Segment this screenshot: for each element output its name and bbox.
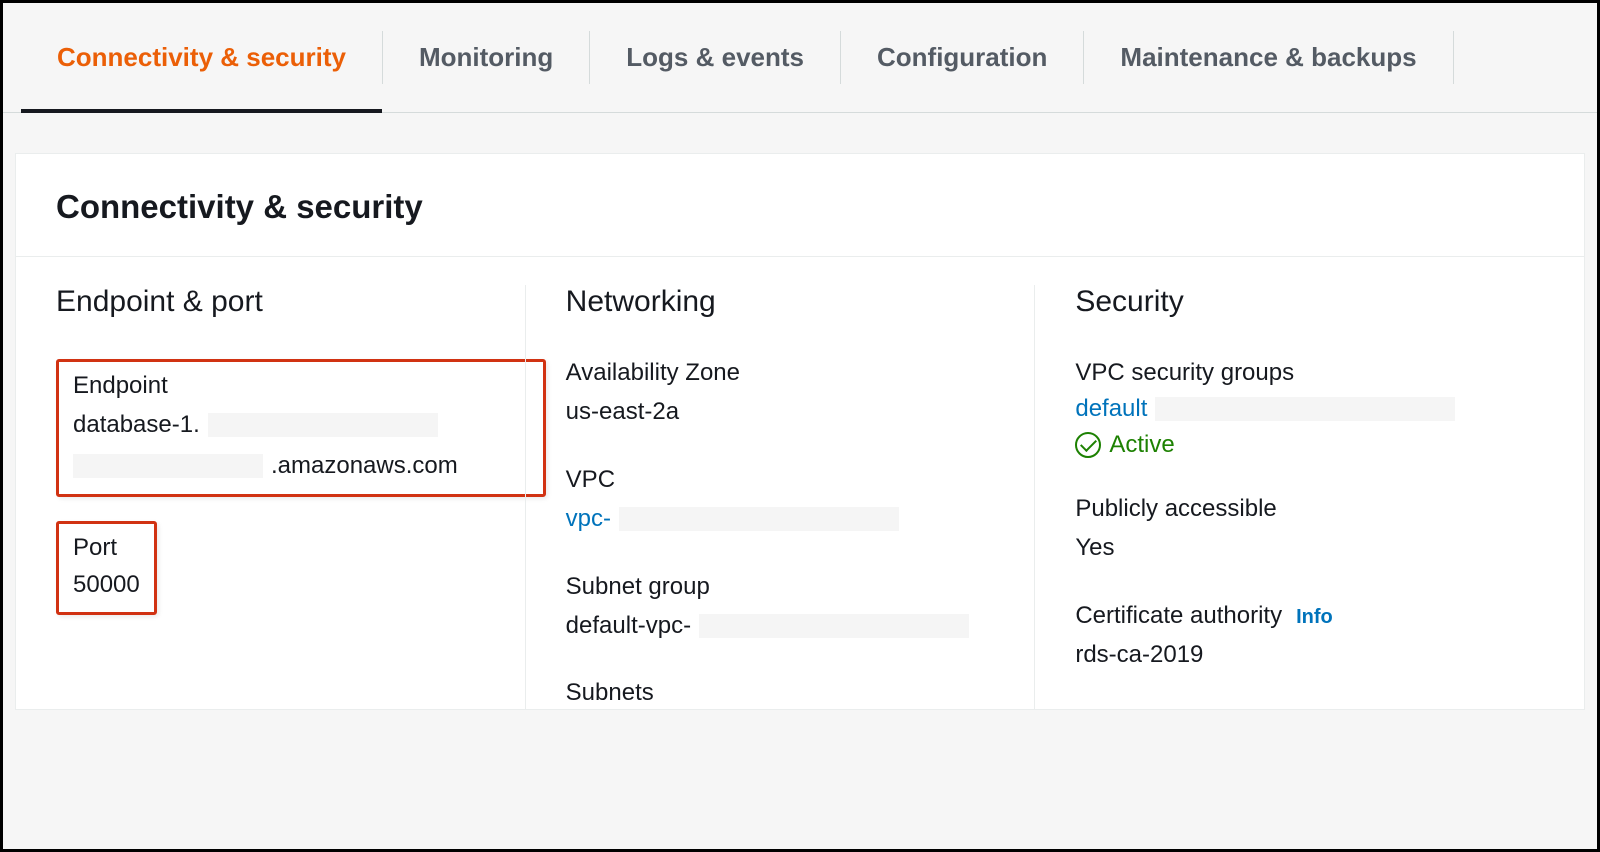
vpc-security-group-status: Active — [1075, 431, 1524, 459]
vpc-security-group-link[interactable]: default — [1075, 395, 1147, 423]
subnets-label: Subnets — [566, 679, 1015, 707]
publicly-accessible-value: Yes — [1075, 531, 1524, 566]
availability-zone-label: Availability Zone — [566, 359, 1015, 387]
publicly-accessible-label: Publicly accessible — [1075, 495, 1524, 523]
connectivity-panel: Connectivity & security Endpoint & port … — [15, 153, 1585, 710]
endpoint-value-prefix: database-1. — [73, 408, 200, 443]
panel-title: Connectivity & security — [56, 188, 1544, 226]
column-security: Security VPC security groups default Act… — [1034, 285, 1544, 709]
check-circle-icon — [1075, 432, 1101, 458]
vpc-security-groups-label: VPC security groups — [1075, 359, 1524, 387]
tab-maintenance-backups[interactable]: Maintenance & backups — [1084, 3, 1452, 112]
endpoint-value: database-1. .amazonaws.com — [73, 408, 529, 484]
status-text: Active — [1109, 431, 1174, 459]
column-networking: Networking Availability Zone us-east-2a … — [525, 285, 1035, 709]
vpc-link[interactable]: vpc- — [566, 502, 611, 537]
certificate-authority-value: rds-ca-2019 — [1075, 638, 1524, 673]
tab-label: Logs & events — [626, 42, 804, 73]
port-value: 50000 — [73, 568, 140, 603]
port-label: Port — [73, 534, 140, 562]
tab-separator — [1453, 31, 1454, 84]
tab-logs-events[interactable]: Logs & events — [590, 3, 840, 112]
certificate-authority-label: Certificate authority — [1075, 602, 1282, 630]
column-heading: Networking — [566, 285, 1015, 319]
vpc-value: vpc- — [566, 502, 1015, 537]
tab-configuration[interactable]: Configuration — [841, 3, 1083, 112]
certificate-authority-label-row: Certificate authority Info — [1075, 602, 1524, 638]
column-heading: Endpoint & port — [56, 285, 505, 319]
redacted-segment — [208, 413, 438, 437]
vpc-label: VPC — [566, 466, 1015, 494]
tab-bar: Connectivity & security Monitoring Logs … — [3, 3, 1597, 113]
redacted-segment — [1155, 397, 1455, 421]
info-link[interactable]: Info — [1296, 606, 1333, 629]
subnet-group-label: Subnet group — [566, 573, 1015, 601]
port-highlight-box: Port 50000 — [56, 521, 157, 616]
endpoint-label: Endpoint — [73, 372, 529, 400]
redacted-segment — [619, 507, 899, 531]
redacted-segment — [699, 614, 969, 638]
subnet-group-prefix: default-vpc- — [566, 609, 691, 644]
tab-label: Configuration — [877, 42, 1047, 73]
tab-label: Monitoring — [419, 42, 553, 73]
panel-body: Endpoint & port Endpoint database-1. .am… — [16, 257, 1584, 709]
endpoint-value-suffix: .amazonaws.com — [271, 449, 458, 484]
column-heading: Security — [1075, 285, 1524, 319]
panel-header: Connectivity & security — [16, 154, 1584, 257]
app-frame: Connectivity & security Monitoring Logs … — [0, 0, 1600, 852]
tab-label: Maintenance & backups — [1120, 42, 1416, 73]
tab-connectivity-security[interactable]: Connectivity & security — [21, 3, 382, 112]
endpoint-highlight-box: Endpoint database-1. .amazonaws.com — [56, 359, 546, 497]
column-endpoint-port: Endpoint & port Endpoint database-1. .am… — [56, 285, 525, 709]
subnet-group-value: default-vpc- — [566, 609, 1015, 644]
tab-label: Connectivity & security — [57, 42, 346, 73]
vpc-security-groups-value: default — [1075, 395, 1524, 423]
redacted-segment — [73, 454, 263, 478]
availability-zone-value: us-east-2a — [566, 395, 1015, 430]
tab-monitoring[interactable]: Monitoring — [383, 3, 589, 112]
